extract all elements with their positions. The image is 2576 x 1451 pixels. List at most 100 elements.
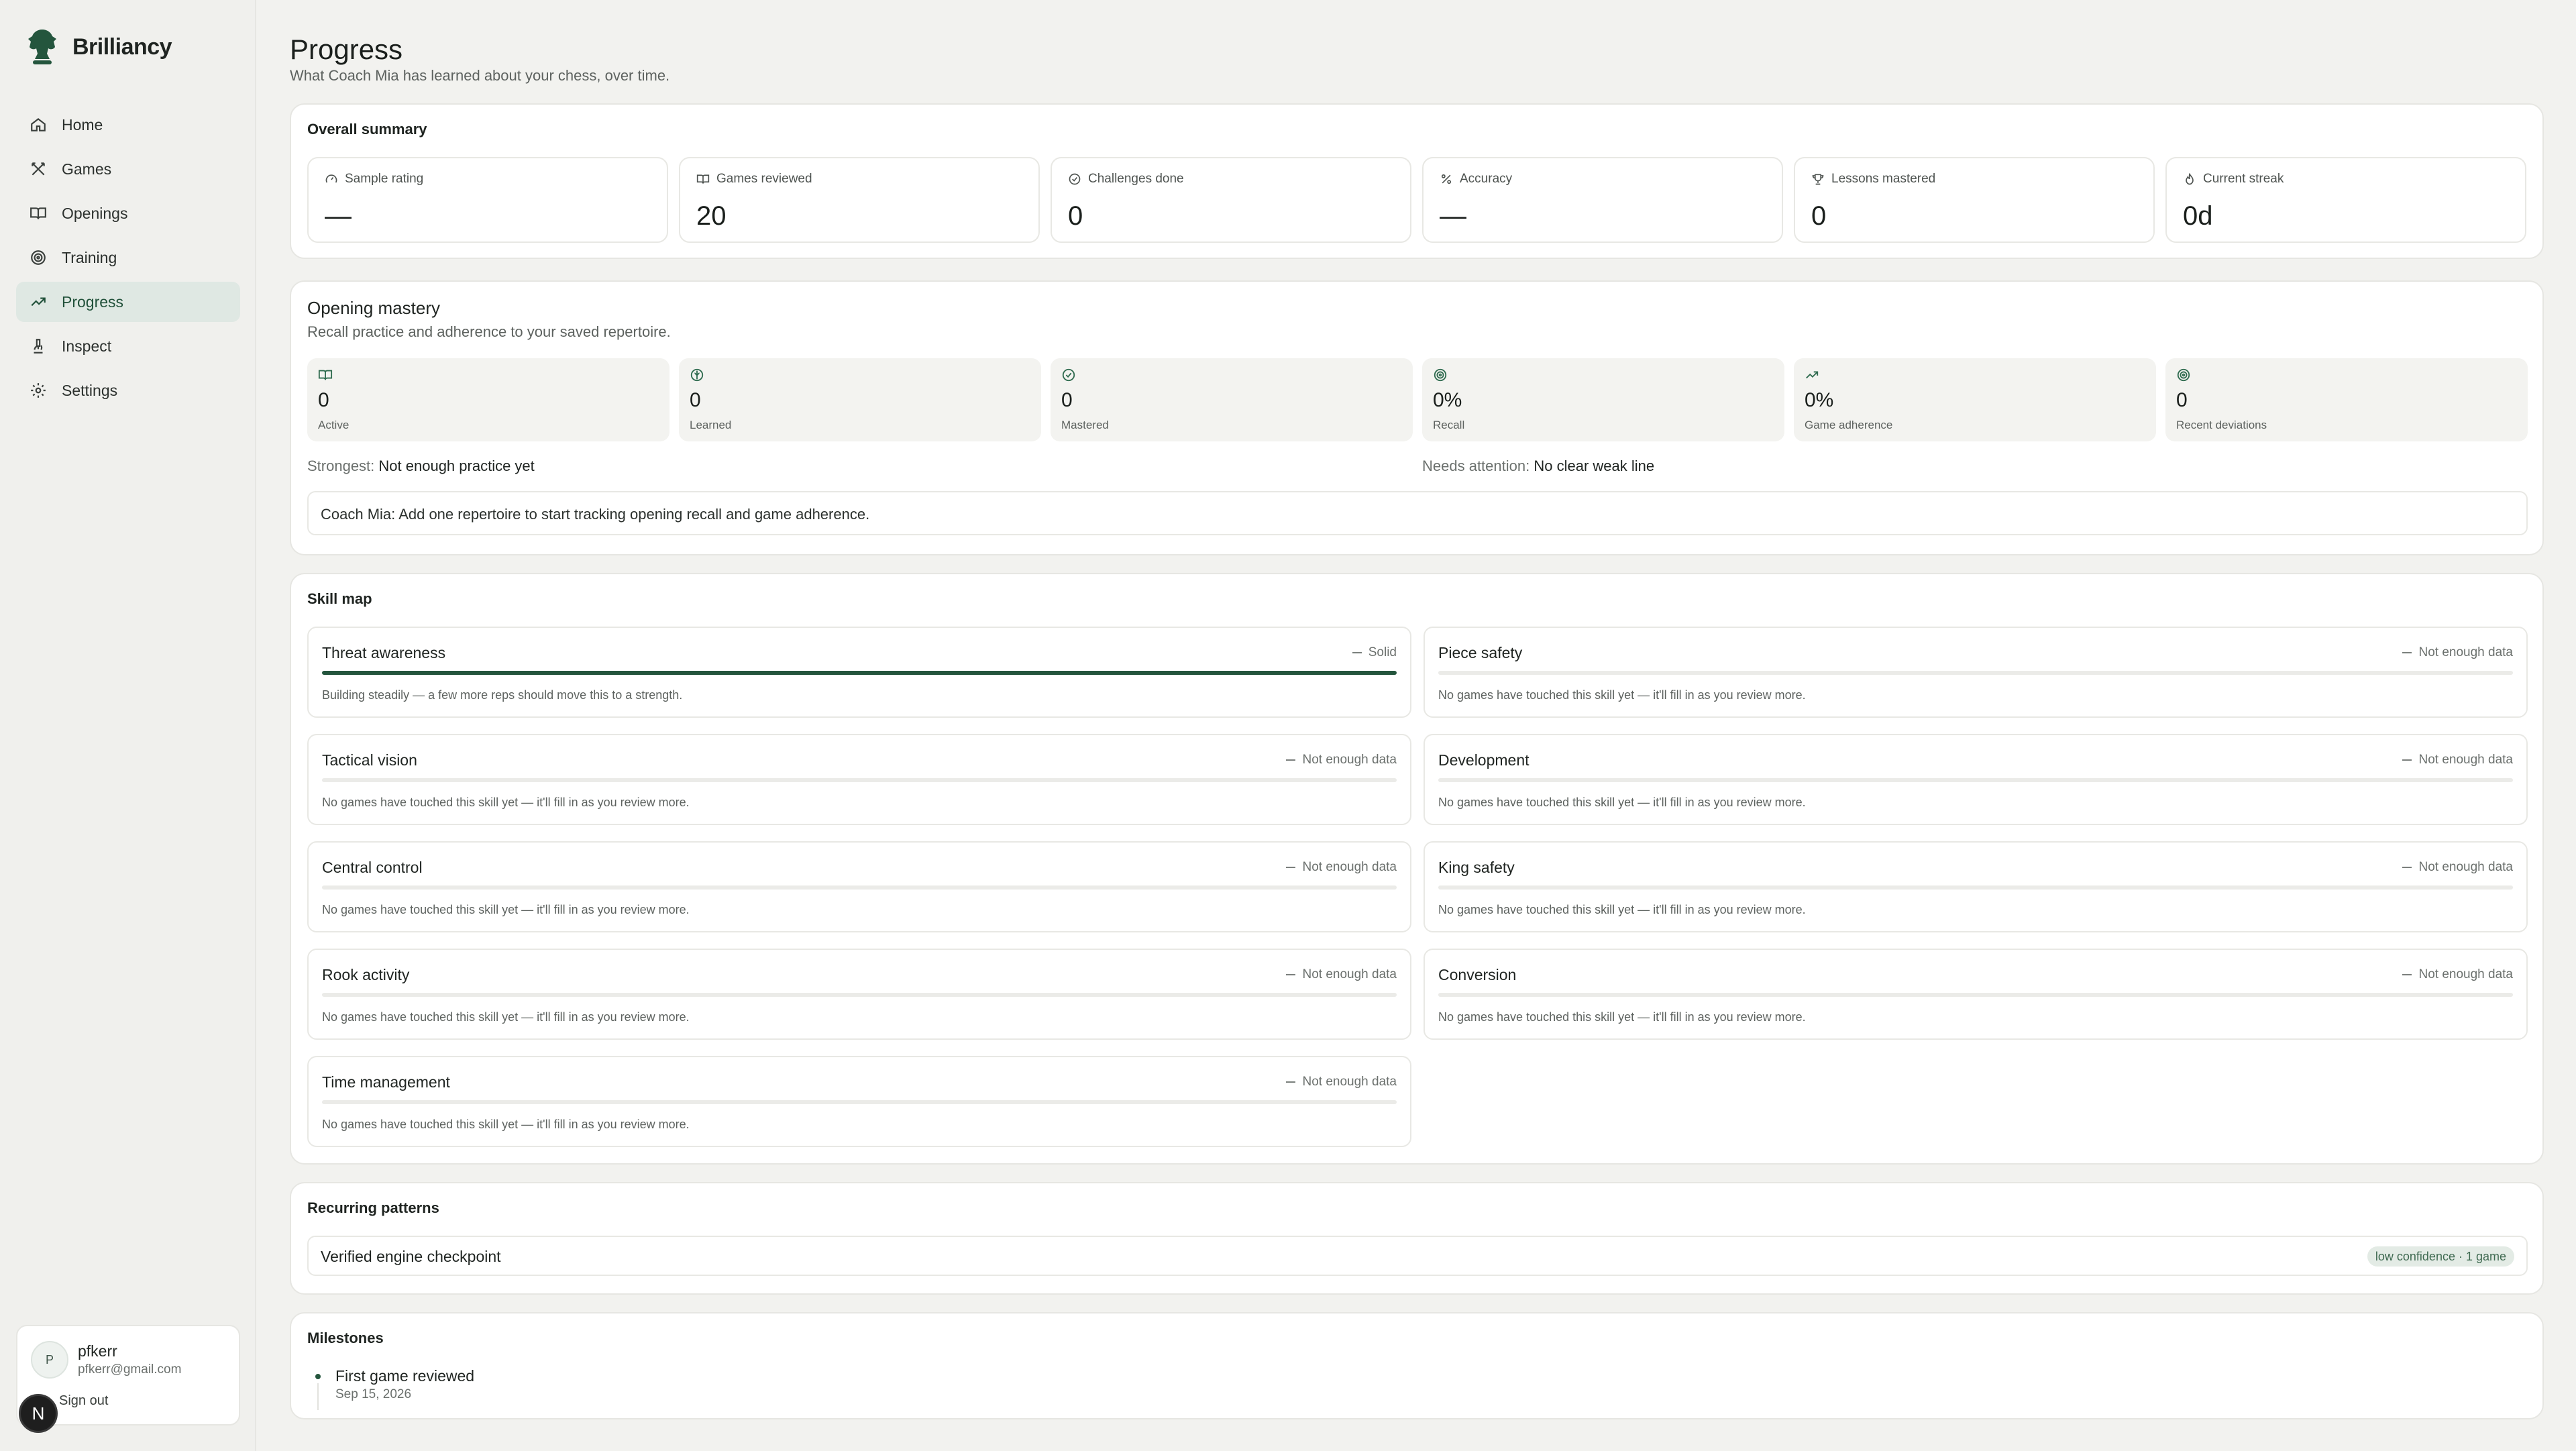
- strongest-value: Not enough practice yet: [378, 458, 535, 474]
- user-email: pfkerr@gmail.com: [78, 1362, 182, 1377]
- skill-status: Not enough data: [2402, 753, 2513, 767]
- trending-up-icon: [31, 297, 46, 307]
- needs-attention-line: Needs attention: No clear weak line: [1422, 458, 1654, 475]
- tile-label: Learned: [690, 419, 732, 431]
- skill-progress-bar: [1438, 778, 2513, 782]
- dash-icon: [1286, 759, 1296, 761]
- card-subtitle: Recall practice and adherence to your sa…: [307, 323, 671, 340]
- skill-status: Not enough data: [1286, 1075, 1397, 1089]
- confidence-badge: low confidence · 1 game: [2367, 1246, 2514, 1267]
- skill-card: Rook activity Not enough data No games h…: [307, 949, 1411, 1040]
- skill-card: Development Not enough data No games hav…: [1424, 734, 2528, 825]
- tile-label: Recent deviations: [2176, 419, 2267, 431]
- skill-status: Not enough data: [1286, 860, 1397, 875]
- stat-current-streak: Current streak 0d: [2165, 157, 2526, 243]
- stat-accuracy: Accuracy —: [1422, 157, 1783, 243]
- tile-value: 0: [2176, 389, 2188, 411]
- milestone-dot-icon: [315, 1374, 321, 1379]
- dash-icon: [1286, 867, 1296, 868]
- sign-out-button[interactable]: Sign out: [59, 1393, 108, 1409]
- stat-challenges-done: Challenges done 0: [1051, 157, 1411, 243]
- nav-item-settings[interactable]: Settings: [16, 370, 240, 411]
- strongest-label: Strongest:: [307, 458, 375, 474]
- brand[interactable]: Brilliancy: [24, 27, 172, 67]
- book-icon: [696, 174, 710, 184]
- skill-description: No games have touched this skill yet — i…: [322, 903, 690, 916]
- stat-value: —: [1440, 201, 1466, 231]
- gauge-icon: [325, 174, 337, 183]
- dash-icon: [1352, 652, 1362, 653]
- skill-status: Solid: [1352, 645, 1397, 660]
- skill-name: Conversion: [1438, 966, 1517, 983]
- avatar[interactable]: P: [31, 1341, 68, 1379]
- nav-item-label: Settings: [62, 381, 118, 399]
- book-icon: [318, 370, 333, 380]
- skill-name: Central control: [322, 859, 423, 876]
- crossed-swords-icon: [32, 162, 45, 176]
- mastery-tile-active: 0 Active: [307, 358, 669, 441]
- coach-message: Coach Mia: Add one repertoire to start t…: [307, 491, 2528, 535]
- stat-value: 0: [1068, 201, 1083, 231]
- skill-status-label: Not enough data: [1302, 753, 1397, 767]
- skill-name: Time management: [322, 1073, 450, 1091]
- tile-label: Recall: [1433, 419, 1465, 431]
- skill-name: Piece safety: [1438, 644, 1523, 661]
- pattern-name: Verified engine checkpoint: [321, 1248, 501, 1265]
- skill-progress-bar: [322, 885, 1397, 890]
- dash-icon: [2402, 974, 2412, 975]
- stat-value: 20: [696, 201, 727, 231]
- stat-lessons-mastered: Lessons mastered 0: [1794, 157, 2155, 243]
- coach-label: Coach Mia:: [321, 506, 396, 523]
- card-title: Recurring patterns: [307, 1199, 439, 1216]
- stat-value: 0d: [2183, 201, 2213, 231]
- skill-status-label: Not enough data: [1302, 860, 1397, 874]
- overall-summary-card: Overall summary Sample rating — Games re…: [290, 103, 2544, 259]
- skill-status-label: Not enough data: [1302, 967, 1397, 981]
- nav-item-label: Home: [62, 115, 103, 133]
- opening-mastery-card: Opening mastery Recall practice and adhe…: [290, 280, 2544, 555]
- skill-progress-bar: [1438, 671, 2513, 675]
- skill-name: Tactical vision: [322, 751, 417, 769]
- skill-card: Piece safety Not enough data No games ha…: [1424, 627, 2528, 718]
- stat-label: Accuracy: [1460, 172, 1513, 186]
- percent-icon: [1441, 174, 1452, 184]
- skill-status: Not enough data: [2402, 645, 2513, 660]
- dash-icon: [1286, 974, 1296, 975]
- tile-label: Mastered: [1061, 419, 1109, 431]
- nav-item-inspect[interactable]: Inspect: [16, 326, 240, 366]
- skill-name: Rook activity: [322, 966, 410, 983]
- tile-value: 0%: [1805, 389, 1834, 411]
- card-title: Milestones: [307, 1330, 384, 1346]
- nav-item-label: Games: [62, 160, 112, 178]
- mastery-tile-recall: 0% Recall: [1422, 358, 1784, 441]
- milestone-title: First game reviewed: [335, 1367, 475, 1385]
- card-title: Skill map: [307, 590, 372, 607]
- skill-progress-bar: [1438, 885, 2513, 890]
- check-circle-icon: [1062, 368, 1075, 382]
- nav-item-games[interactable]: Games: [16, 149, 240, 189]
- dash-icon: [2402, 652, 2412, 653]
- skill-status-label: Not enough data: [2418, 967, 2513, 981]
- trophy-icon: [1812, 174, 1824, 185]
- stat-value: —: [325, 201, 352, 231]
- card-title: Overall summary: [307, 121, 427, 138]
- stat-games-reviewed: Games reviewed 20: [679, 157, 1040, 243]
- skill-status-label: Not enough data: [1302, 1075, 1397, 1089]
- nav-item-training[interactable]: Training: [16, 237, 240, 278]
- tile-value: 0: [690, 389, 701, 411]
- home-icon: [31, 117, 46, 131]
- nav-item-home[interactable]: Home: [16, 105, 240, 145]
- nav-item-openings[interactable]: Openings: [16, 193, 240, 233]
- recurring-patterns-card: Recurring patterns Verified engine check…: [290, 1182, 2544, 1295]
- skill-progress-bar: [322, 671, 1397, 675]
- microscope-icon: [34, 339, 43, 354]
- skill-status-label: Not enough data: [2418, 645, 2513, 659]
- pattern-row[interactable]: Verified engine checkpoint low confidenc…: [307, 1236, 2528, 1276]
- skill-description: No games have touched this skill yet — i…: [1438, 688, 1806, 702]
- flame-icon: [2186, 172, 2194, 185]
- card-title: Opening mastery: [307, 298, 440, 318]
- stat-sample-rating: Sample rating —: [307, 157, 668, 243]
- next-devtools-badge[interactable]: N: [19, 1394, 58, 1433]
- brand-name: Brilliancy: [72, 34, 172, 60]
- nav-item-progress[interactable]: Progress: [16, 282, 240, 322]
